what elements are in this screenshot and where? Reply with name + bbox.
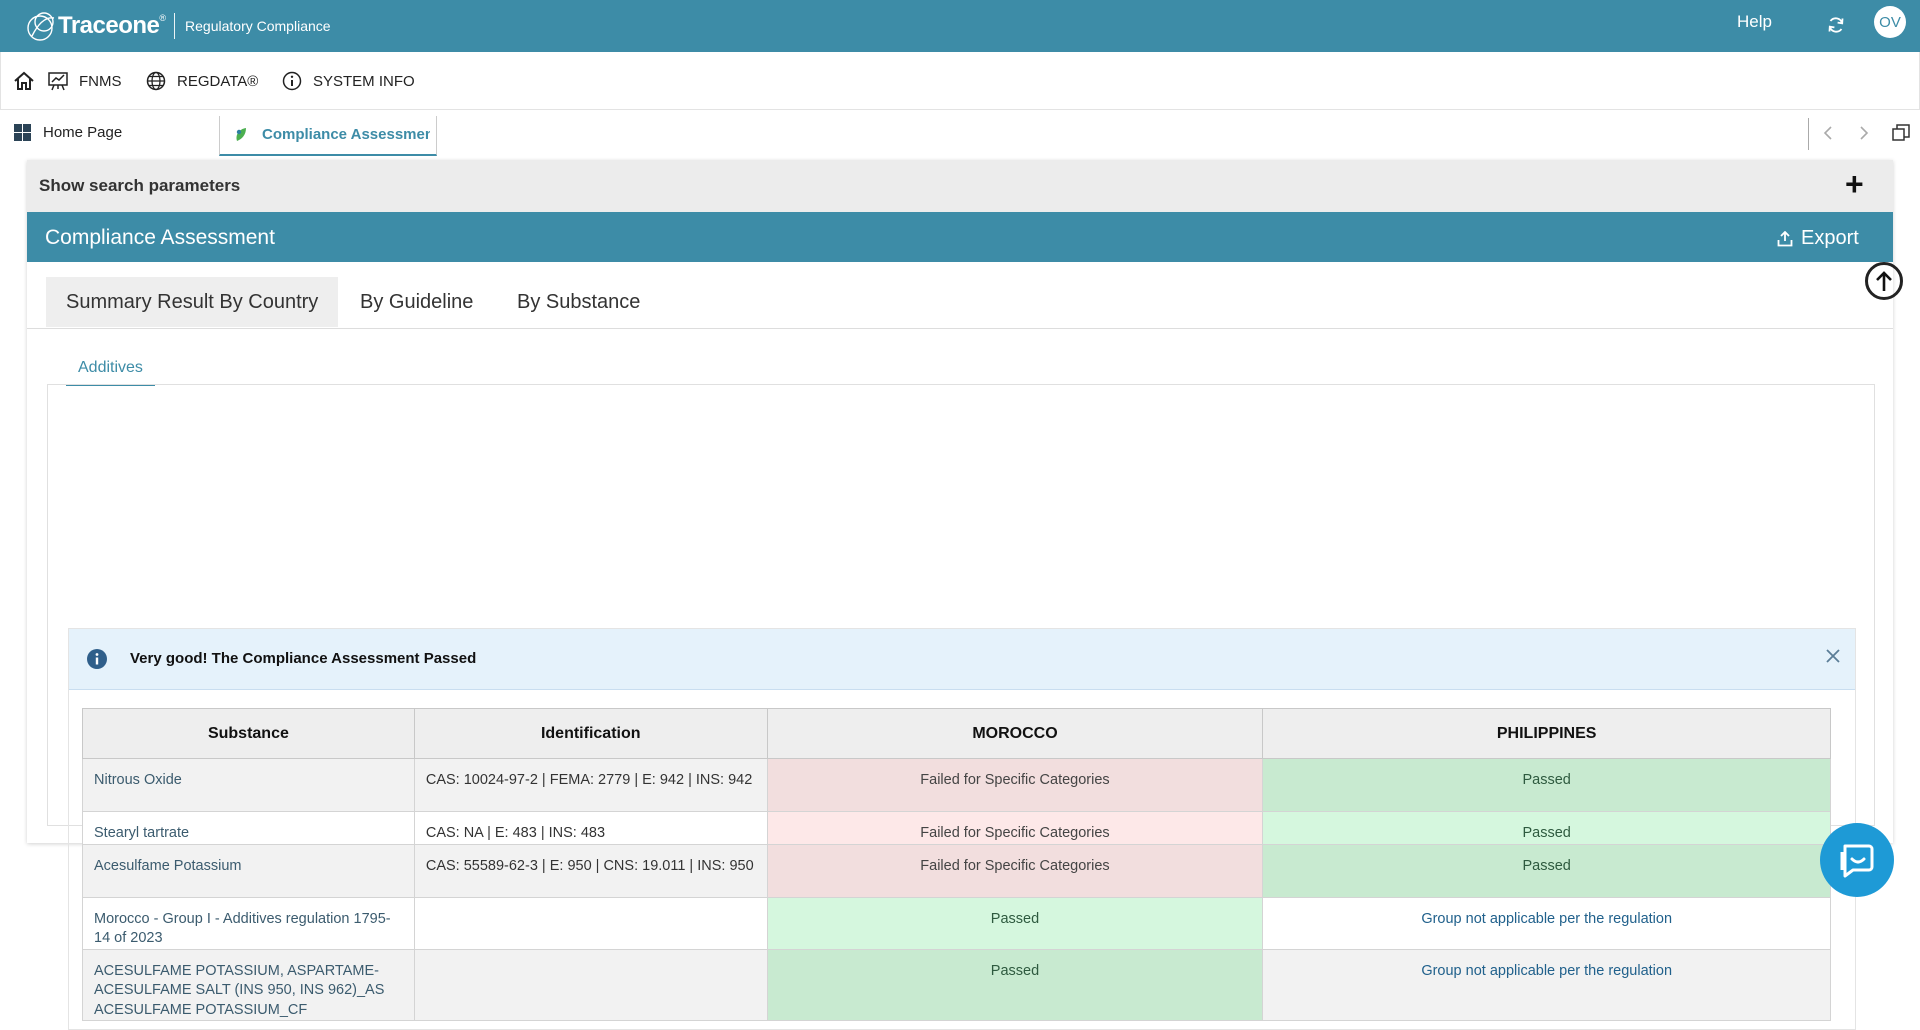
tab-label: Home Page	[43, 124, 123, 141]
export-button[interactable]: Export	[1777, 227, 1859, 250]
section-title: Compliance Assessment	[45, 226, 275, 249]
morocco-status-cell[interactable]: Passed	[766, 896, 1264, 950]
chat-support-button[interactable]	[1820, 823, 1894, 897]
user-avatar[interactable]: OV	[1874, 6, 1906, 38]
search-parameters-bar[interactable]: Show search parameters +	[27, 160, 1893, 212]
tab-by-substance[interactable]: By Substance	[517, 277, 640, 327]
table-row: Morocco - Group I - Additives regulation…	[82, 896, 1831, 950]
tab-label: Compliance Assessment	[262, 126, 430, 143]
success-alert: Very good! The Compliance Assessment Pas…	[69, 629, 1855, 690]
results-container: Very good! The Compliance Assessment Pas…	[68, 628, 1856, 1030]
brand-name: Traceone	[58, 12, 160, 39]
show-search-parameters[interactable]: Show search parameters	[39, 176, 240, 196]
close-icon[interactable]	[1825, 648, 1841, 664]
nav-label: REGDATA®	[177, 72, 259, 90]
tab-compliance-assessment[interactable]: Compliance Assessment	[219, 116, 437, 156]
leaf-icon	[236, 128, 246, 141]
window-restore-icon[interactable]	[1891, 123, 1911, 143]
table-row: Acesulfame Potassium CAS: 55589-62-3 | E…	[82, 843, 1831, 898]
philippines-status-cell[interactable]: Passed	[1262, 758, 1831, 812]
philippines-status-cell[interactable]: Passed	[1262, 811, 1831, 845]
export-label: Export	[1801, 227, 1859, 249]
philippines-status-cell[interactable]: Passed	[1262, 843, 1831, 898]
tab-home-page[interactable]: Home Page	[14, 124, 122, 141]
traceone-logo-icon	[27, 12, 55, 41]
morocco-status-cell[interactable]: Passed	[766, 948, 1264, 1021]
result-tabs: Summary Result By Country By Guideline B…	[27, 262, 1893, 329]
home-icon[interactable]	[13, 70, 35, 92]
brand[interactable]: Traceone ® Regulatory Compliance	[22, 4, 331, 48]
chat-bubble-icon	[1840, 844, 1874, 878]
refresh-icon[interactable]	[1826, 15, 1846, 35]
table-row: Nitrous Oxide CAS: 10024-97-2 | FEMA: 27…	[82, 758, 1831, 812]
compliance-panel: Show search parameters + Compliance Asse…	[27, 160, 1903, 1030]
identification-cell: CAS: NA | E: 483 | INS: 483	[413, 811, 768, 845]
additives-panel: Very good! The Compliance Assessment Pas…	[47, 384, 1875, 1030]
substance-cell[interactable]: Nitrous Oxide	[82, 758, 415, 812]
nav-item-system-info[interactable]: SYSTEM INFO	[281, 69, 415, 93]
info-icon	[282, 71, 302, 91]
identification-cell	[413, 896, 768, 950]
document-tabs: Home Page Compliance Assessment	[0, 110, 1920, 158]
nav-label: FNMS	[79, 72, 122, 90]
app-name: Regulatory Compliance	[185, 18, 331, 34]
philippines-status-cell[interactable]: Group not applicable per the regulation	[1262, 896, 1831, 950]
column-header-identification: Identification	[413, 708, 768, 759]
chevron-right-icon[interactable]	[1856, 124, 1872, 142]
globe-icon	[146, 71, 166, 91]
substance-cell[interactable]: ACESULFAME POTASSIUM, ASPARTAME-ACESULFA…	[82, 948, 415, 1021]
substance-cell[interactable]: Stearyl tartrate	[82, 811, 415, 845]
results-table: Substance Identification MOROCCO PHILIPP…	[82, 708, 1831, 1021]
nav-label: SYSTEM INFO	[313, 72, 415, 90]
substance-cell[interactable]: Morocco - Group I - Additives regulation…	[82, 896, 415, 950]
column-header-substance: Substance	[82, 708, 415, 759]
tab-by-guideline[interactable]: By Guideline	[360, 277, 473, 327]
tab-summary-by-country[interactable]: Summary Result By Country	[46, 277, 339, 327]
dashboard-grid-icon	[14, 124, 31, 141]
chevron-left-icon[interactable]	[1820, 124, 1836, 142]
identification-cell	[413, 948, 768, 1021]
top-bar: Traceone ® Regulatory Compliance Help OV	[0, 0, 1920, 52]
table-row: Stearyl tartrate CAS: NA | E: 483 | INS:…	[82, 811, 1831, 845]
identification-cell: CAS: 10024-97-2 | FEMA: 2779 | E: 942 | …	[413, 758, 768, 812]
plus-icon[interactable]: +	[1845, 168, 1864, 200]
nav-item-regdata[interactable]: REGDATA®	[145, 69, 258, 93]
export-icon	[1777, 230, 1793, 246]
morocco-status-cell[interactable]: Failed for Specific Categories	[766, 758, 1264, 812]
info-circle-icon	[87, 649, 107, 669]
philippines-status-cell[interactable]: Group not applicable per the regulation	[1262, 948, 1831, 1021]
main-nav: FNMS REGDATA® SYSTEM INFO	[0, 52, 1920, 110]
brand-registered-mark: ®	[159, 13, 167, 23]
brand-divider	[174, 13, 176, 39]
substance-cell[interactable]: Acesulfame Potassium	[82, 843, 415, 898]
morocco-status-cell[interactable]: Failed for Specific Categories	[766, 811, 1264, 845]
subtab-additives[interactable]: Additives	[66, 356, 155, 386]
identification-cell: CAS: 55589-62-3 | E: 950 | CNS: 19.011 |…	[413, 843, 768, 898]
morocco-status-cell[interactable]: Failed for Specific Categories	[766, 843, 1264, 898]
alert-message: Very good! The Compliance Assessment Pas…	[130, 650, 477, 667]
column-header-morocco: MOROCCO	[766, 708, 1264, 759]
nav-item-fnms[interactable]: FNMS	[47, 69, 122, 93]
section-header: Compliance Assessment Export	[27, 212, 1903, 300]
column-header-philippines: PHILIPPINES	[1262, 708, 1831, 759]
tab-nav-divider	[1808, 118, 1809, 150]
help-link[interactable]: Help	[1737, 12, 1772, 32]
presentation-chart-icon	[48, 72, 68, 91]
table-header-row: Substance Identification MOROCCO PHILIPP…	[82, 708, 1831, 759]
table-row: ACESULFAME POTASSIUM, ASPARTAME-ACESULFA…	[82, 948, 1831, 1021]
